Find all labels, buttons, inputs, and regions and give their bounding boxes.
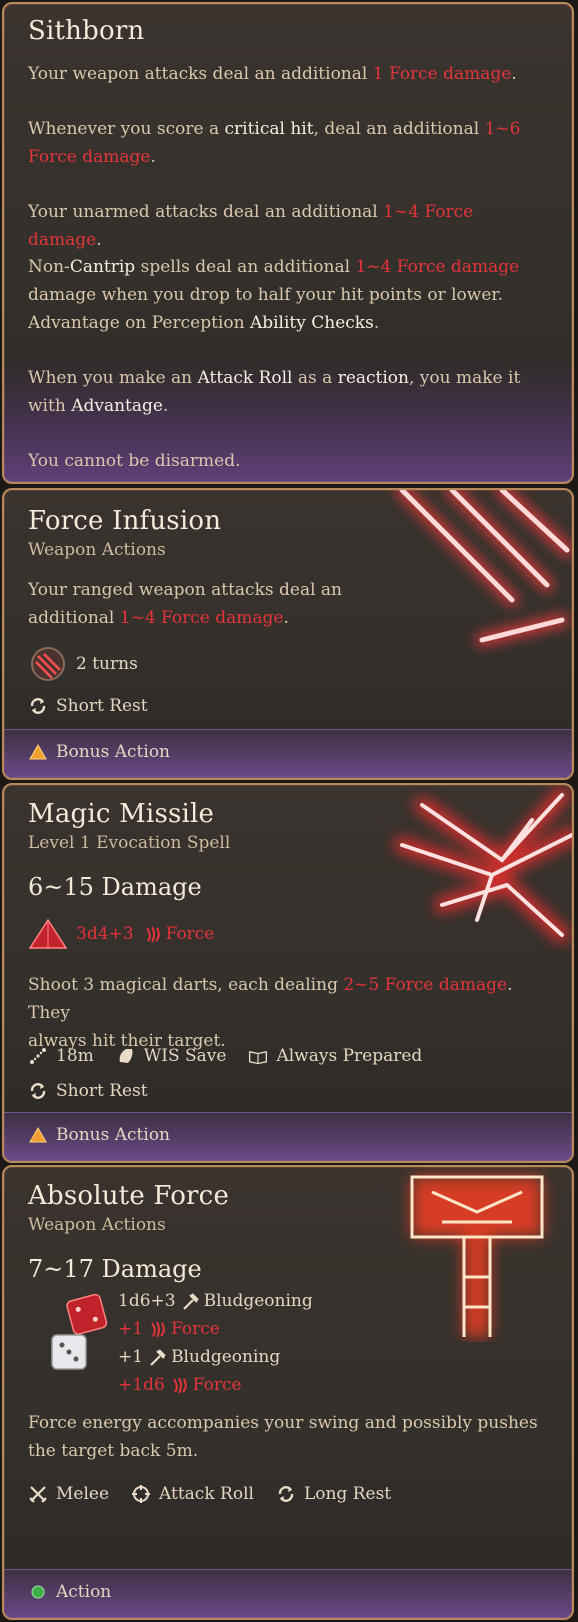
- action-cost-text: Action: [56, 1582, 112, 1602]
- hammer-sigil-icon: [410, 1175, 544, 1337]
- action-cost-bar: Action: [4, 1569, 572, 1618]
- damage-range: 6~15 Damage: [28, 873, 202, 901]
- bludgeoning-icon: [150, 1349, 166, 1366]
- action-cost-text: Bonus Action: [56, 1125, 171, 1145]
- damage-line: +1 Bludgeoning: [118, 1347, 281, 1367]
- range-text: 18m: [56, 1046, 94, 1066]
- force-infusion-card[interactable]: Force Infusion Weapon Actions Your range…: [2, 488, 574, 780]
- effect-reaction: When you make an Attack Roll as a reacti…: [28, 368, 521, 416]
- short-rest-icon: [30, 698, 46, 714]
- damage-dice-row: 3d4+3 Force: [28, 918, 214, 950]
- short-rest-icon: [30, 1083, 46, 1099]
- card-subtitle: Weapon Actions: [28, 540, 166, 560]
- d6-dice-icon: [51, 1293, 108, 1370]
- duration-row: 2 turns: [28, 646, 138, 682]
- range-icon: [30, 1048, 46, 1064]
- stats-row: Melee Attack Roll Long Rest: [28, 1484, 391, 1504]
- damage-line: 1d6+3 Bludgeoning: [118, 1291, 313, 1311]
- save-text: WIS Save: [143, 1046, 227, 1066]
- action-circle-icon: [31, 1585, 45, 1599]
- force-infusion-icon: [31, 647, 65, 681]
- card-title: Sithborn: [28, 16, 145, 46]
- bludgeoning-icon: [182, 1293, 199, 1310]
- effect-spells: Non-Cantrip spells deal an additional 1~…: [28, 257, 520, 333]
- action-cost-text: Bonus Action: [56, 742, 171, 762]
- force-damage-icon: [145, 926, 160, 943]
- card-subtitle: Weapon Actions: [28, 1215, 166, 1235]
- card-description: Force energy accompanies your swing and …: [28, 1413, 538, 1461]
- magic-missile-icon: [394, 787, 572, 943]
- card-subtitle: Level 1 Evocation Spell: [28, 833, 231, 853]
- long-rest-icon: [278, 1486, 294, 1502]
- card-description: Shoot 3 magical darts, each dealing 2~5 …: [28, 975, 513, 1051]
- saving-throw-icon: [119, 1049, 133, 1063]
- duration-text: 2 turns: [76, 654, 138, 674]
- bonus-action-triangle-icon: [29, 743, 47, 760]
- card-title: Force Infusion: [28, 506, 222, 536]
- effect-weapon-attack: Your weapon attacks deal an additional 1…: [28, 64, 517, 84]
- attack-roll-target-icon: [132, 1485, 151, 1503]
- effect-disarm: You cannot be disarmed.: [28, 451, 241, 471]
- spellbook-icon: [249, 1051, 268, 1065]
- melee-text: Melee: [56, 1484, 110, 1504]
- card-description: Your ranged weapon attacks deal an additi…: [28, 580, 343, 628]
- effect-unarmed: Your unarmed attacks deal an additional …: [28, 202, 474, 250]
- damage-range: 7~17 Damage: [28, 1255, 202, 1283]
- force-damage-icon: [151, 1321, 165, 1338]
- action-cost-bar: Bonus Action: [4, 729, 572, 778]
- action-cost-bar: Bonus Action: [4, 1112, 572, 1161]
- stats-row: 18m WIS Save Always Prepared: [28, 1046, 422, 1066]
- attack-text: Attack Roll: [159, 1484, 254, 1504]
- damage-line: +1d6 Force: [118, 1375, 242, 1395]
- absolute-force-card[interactable]: Absolute Force Weapon Actions 7~17 Damag…: [2, 1165, 574, 1620]
- recharge-text: Short Rest: [56, 696, 148, 716]
- damage-type: Force: [165, 924, 215, 944]
- recharge-text: Long Rest: [303, 1484, 392, 1504]
- prepared-text: Always Prepared: [276, 1046, 423, 1066]
- d4-dice-icon: [28, 918, 68, 949]
- force-damage-icon: [172, 1377, 187, 1394]
- magic-missile-card[interactable]: Magic Missile Level 1 Evocation Spell 6~…: [2, 783, 574, 1163]
- recharge-row: Short Rest: [28, 1081, 148, 1101]
- dice-formula: 3d4+3: [76, 924, 134, 944]
- card-title: Absolute Force: [28, 1181, 230, 1211]
- damage-line: +1 Force: [118, 1319, 220, 1339]
- recharge-row: Short Rest: [28, 696, 148, 716]
- effect-critical-hit: Whenever you score a critical hit, deal …: [28, 119, 521, 167]
- melee-crossed-swords-icon: [29, 1486, 47, 1503]
- card-title: Magic Missile: [28, 799, 215, 829]
- recharge-text: Short Rest: [56, 1081, 148, 1101]
- bonus-action-triangle-icon: [29, 1126, 47, 1143]
- sithborn-card: Sithborn Your weapon attacks deal an add…: [2, 2, 574, 484]
